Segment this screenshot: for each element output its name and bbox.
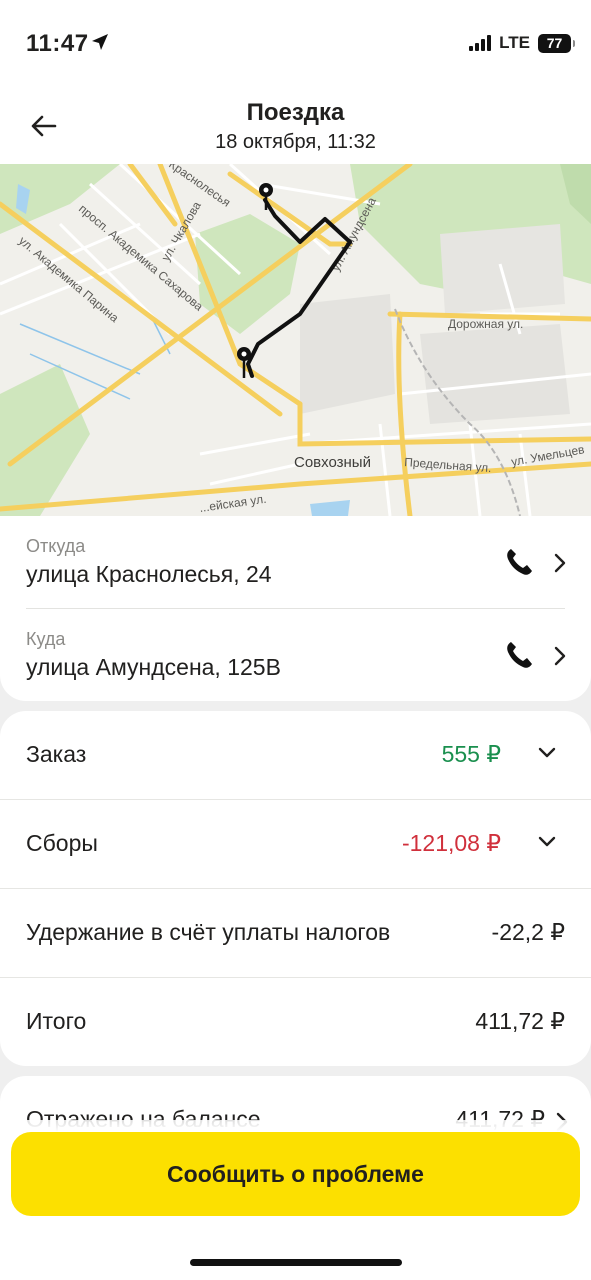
tax-row: Удержание в счёт уплаты налогов -22,2 ₽ <box>0 889 591 978</box>
chevron-right-icon[interactable] <box>553 645 567 667</box>
route-from-row[interactable]: Откуда улица Краснолесья, 24 <box>26 516 567 608</box>
trip-datetime: 18 октября, 11:32 <box>215 131 376 153</box>
phone-icon[interactable] <box>503 639 535 671</box>
payment-card: Заказ 555 ₽ Сборы -121,08 ₽ Удержание в … <box>0 711 591 1066</box>
to-label: Куда <box>26 629 66 649</box>
route-card: Откуда улица Краснолесья, 24 Куда улица … <box>0 516 591 701</box>
home-indicator[interactable] <box>190 1259 402 1266</box>
report-problem-button[interactable]: Сообщить о проблеме <box>11 1132 580 1216</box>
tax-label: Удержание в счёт уплаты налогов <box>26 919 391 945</box>
status-bar: 11:47 LTE 77 <box>0 0 591 88</box>
header: Поездка 18 октября, 11:32 <box>0 88 591 164</box>
map-label: Дорожная ул. <box>448 317 523 331</box>
battery-icon: 77 <box>538 33 575 53</box>
phone-icon[interactable] <box>503 546 535 578</box>
total-row: Итого 411,72 ₽ <box>0 978 591 1067</box>
total-amount: 411,72 ₽ <box>475 1008 565 1034</box>
page-title: Поездка <box>246 99 345 126</box>
chevron-right-icon[interactable] <box>553 552 567 574</box>
location-arrow-icon <box>92 34 108 50</box>
signal-icon <box>469 35 492 51</box>
total-label: Итого <box>26 1008 87 1034</box>
chevron-down-icon[interactable] <box>537 835 557 849</box>
tax-amount: -22,2 ₽ <box>491 919 565 945</box>
battery-level: 77 <box>546 35 563 51</box>
fees-amount: -121,08 ₽ <box>401 830 501 856</box>
network-type: LTE <box>499 33 530 52</box>
fees-row[interactable]: Сборы -121,08 ₽ <box>0 800 591 889</box>
from-label: Откуда <box>26 536 86 556</box>
status-time: 11:47 <box>26 30 89 57</box>
to-address: улица Амундсена, 125В <box>26 654 281 680</box>
order-row[interactable]: Заказ 555 ₽ <box>0 711 591 800</box>
from-address: улица Краснолесья, 24 <box>26 561 272 587</box>
map-label-district: Совхозный <box>294 454 371 471</box>
order-amount: 555 ₽ <box>441 741 501 767</box>
route-to-row[interactable]: Куда улица Амундсена, 125В <box>26 609 567 701</box>
order-label: Заказ <box>26 741 87 767</box>
map-canvas: ул. Академика Парина просп. Академика Са… <box>0 164 591 516</box>
fees-label: Сборы <box>26 830 98 856</box>
chevron-down-icon[interactable] <box>537 746 557 760</box>
status-indicators: LTE 77 <box>469 33 575 53</box>
route-map[interactable]: ул. Академика Парина просп. Академика Са… <box>0 164 591 516</box>
